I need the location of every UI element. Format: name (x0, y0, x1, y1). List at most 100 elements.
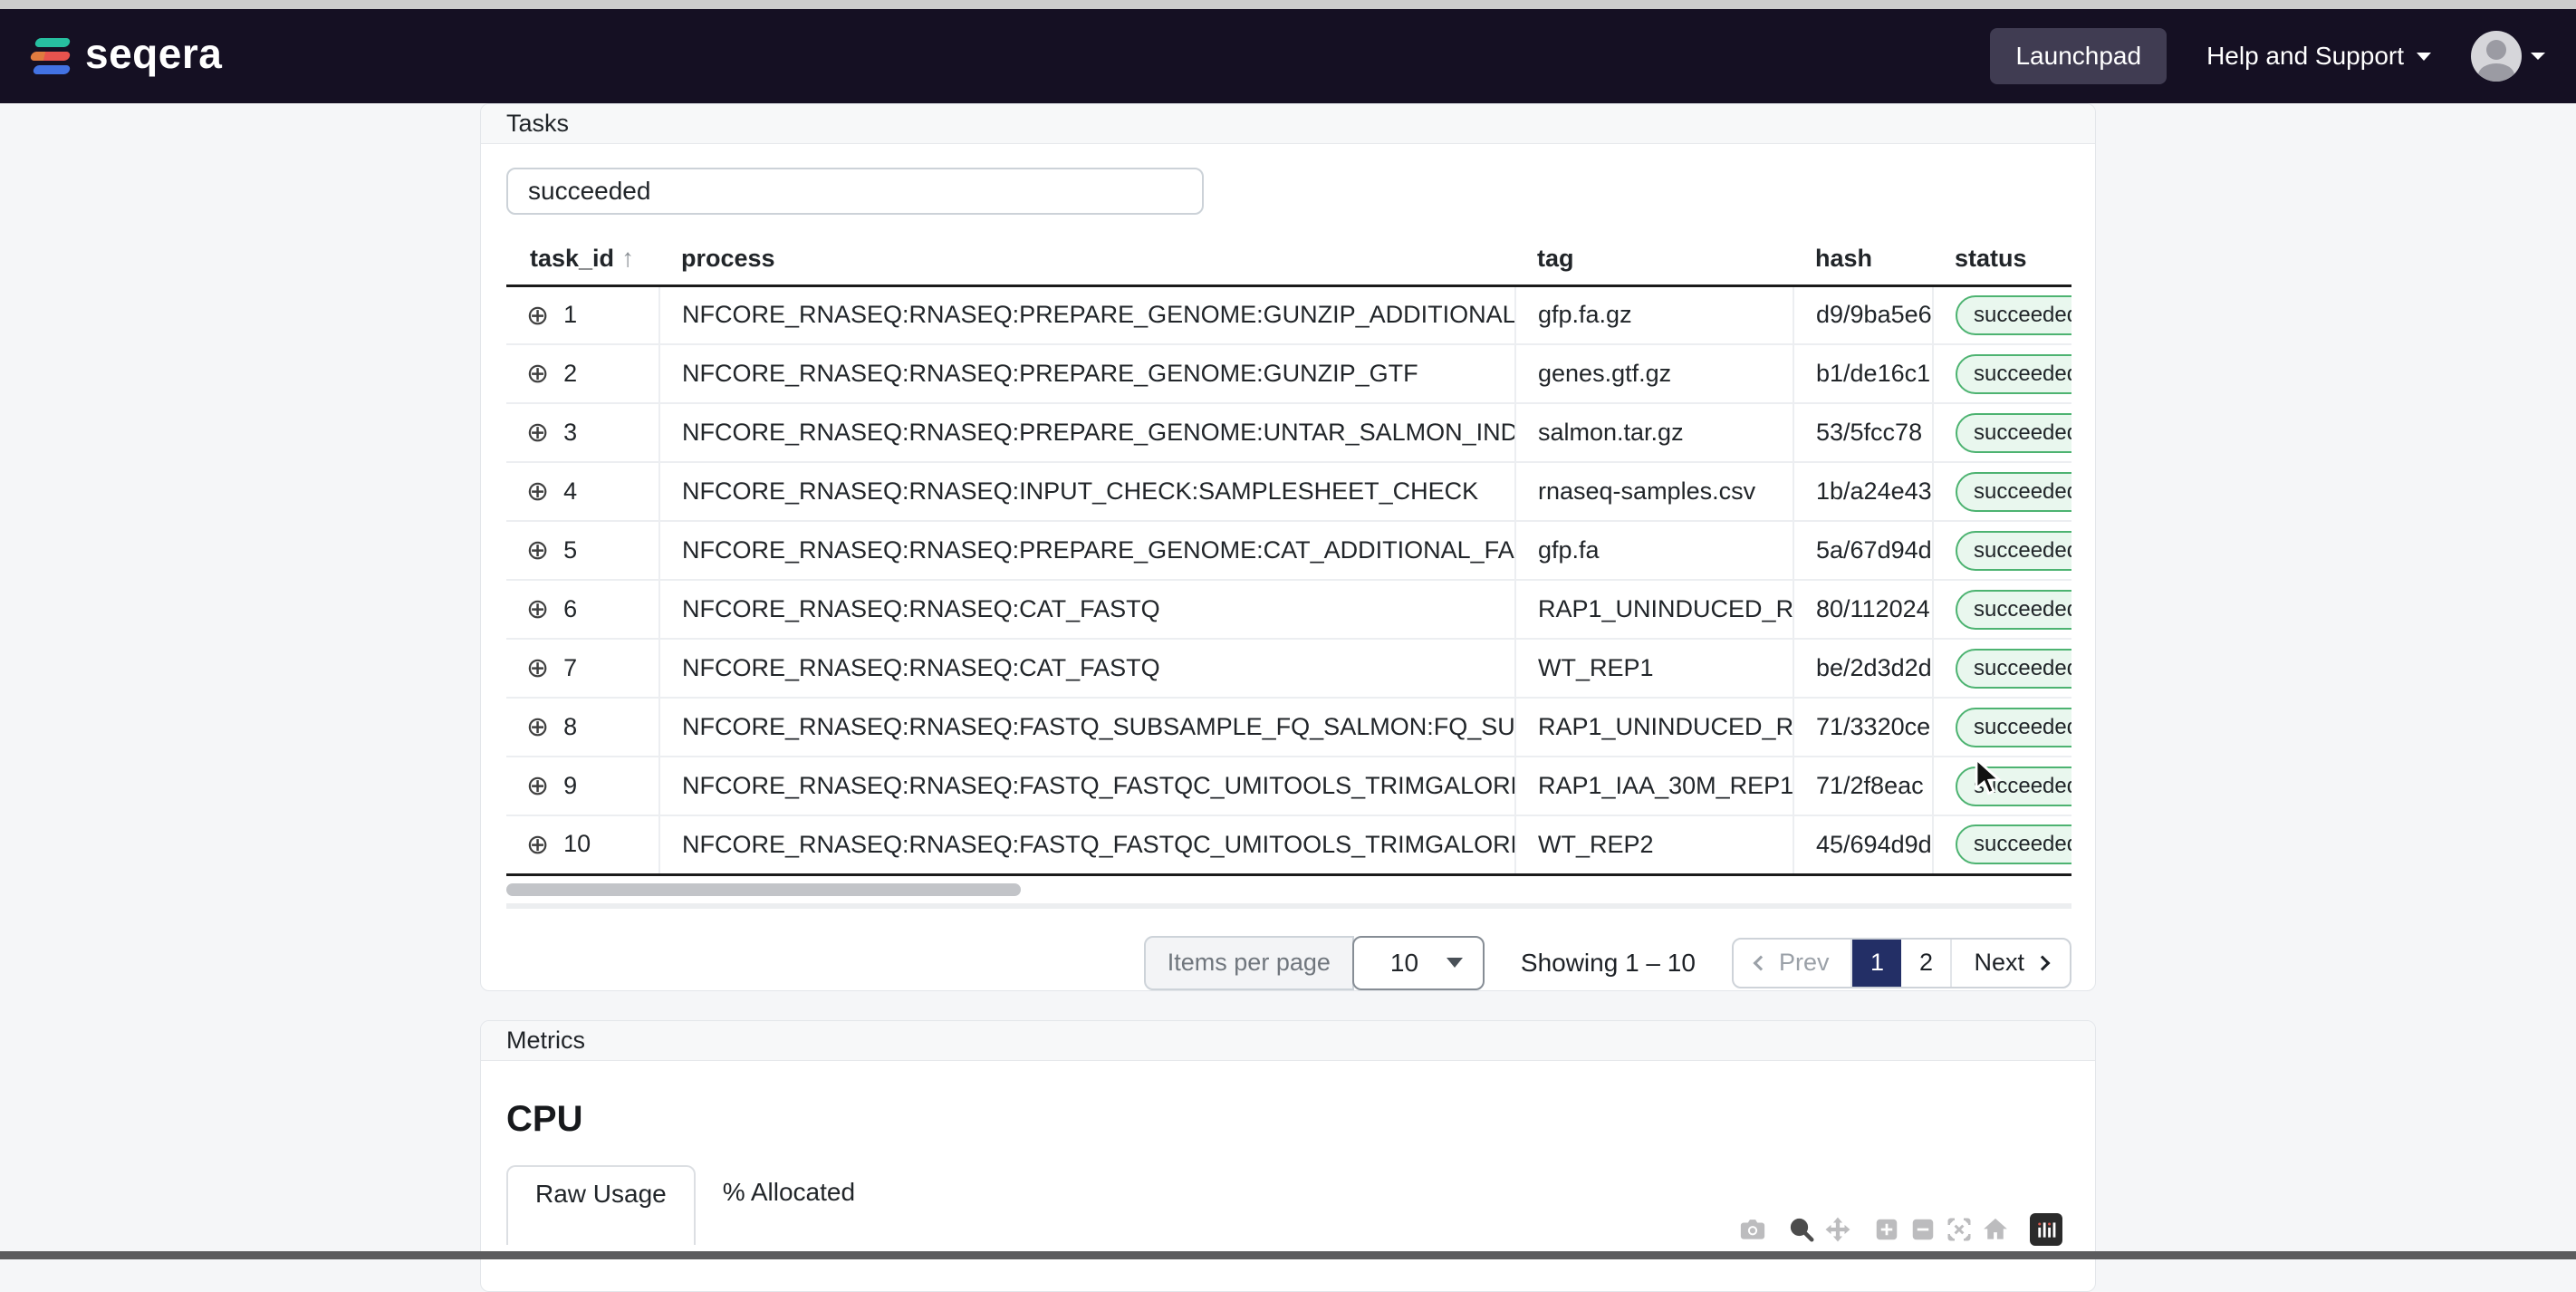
status-badge: succeeded (1956, 530, 2071, 571)
horizontal-scrollbar (506, 882, 2071, 909)
table-row[interactable]: 6 NFCORE_RNASEQ:RNASEQ:CAT_FASTQ RAP1_UN… (506, 580, 2071, 640)
process-value: NFCORE_RNASEQ:RNASEQ:CAT_FASTQ (659, 580, 1516, 640)
zoom-out-icon[interactable] (1908, 1215, 1937, 1244)
process-value: NFCORE_RNASEQ:RNASEQ:PREPARE_GENOME:UNTA… (659, 403, 1516, 463)
tag-value: rnaseq-samples.csv (1515, 462, 1794, 522)
column-header-hash[interactable]: hash (1793, 233, 1933, 287)
tag-value: RAP1_IAA_30M_REP1 (1515, 757, 1794, 816)
prev-page-button[interactable]: Prev (1734, 940, 1851, 987)
items-per-page-control: Items per page 10 (1143, 935, 1485, 990)
metrics-card-title: Metrics (481, 1021, 2095, 1061)
hash-value: b1/de16c1 (1793, 344, 1934, 404)
next-label: Next (1974, 949, 2024, 976)
table-row[interactable]: 7 NFCORE_RNASEQ:RNASEQ:CAT_FASTQ WT_REP1… (506, 639, 2071, 699)
column-header-tag[interactable]: tag (1515, 233, 1793, 287)
pagination-row: Items per page 10 Showing 1 – 10 Prev 1 … (506, 935, 2071, 990)
task-id-value: 9 (563, 771, 578, 799)
reset-axes-home-icon[interactable] (1981, 1215, 2010, 1244)
tab-raw-usage[interactable]: Raw Usage (506, 1165, 696, 1245)
process-value: NFCORE_RNASEQ:RNASEQ:FASTQ_FASTQC_UMITOO… (659, 757, 1516, 816)
process-value: NFCORE_RNASEQ:RNASEQ:PREPARE_GENOME:GUNZ… (659, 344, 1516, 404)
column-header-label: task_id (530, 245, 615, 273)
hash-value: 5a/67d94d (1793, 521, 1934, 581)
scrollbar-thumb[interactable] (506, 882, 1021, 896)
table-row[interactable]: 2 NFCORE_RNASEQ:RNASEQ:PREPARE_GENOME:GU… (506, 344, 2071, 404)
expand-task-icon[interactable] (526, 303, 549, 330)
status-badge: succeeded (1956, 412, 2071, 453)
tag-value: RAP1_UNINDUCED_REP1 (1515, 698, 1794, 757)
scrollbar-track (506, 902, 2071, 909)
items-per-page-select[interactable]: 10 (1351, 935, 1485, 990)
chevron-down-icon (1446, 958, 1463, 968)
expand-task-icon[interactable] (526, 361, 549, 388)
hash-value: 53/5fcc78 (1793, 403, 1934, 463)
hash-value: 1b/a24e43 (1793, 462, 1934, 522)
hash-value: be/2d3d2d (1793, 639, 1934, 699)
tag-value: RAP1_UNINDUCED_REP2 (1515, 580, 1794, 640)
page-button-2[interactable]: 2 (1901, 940, 1950, 987)
chevron-right-icon (2034, 955, 2051, 970)
process-value: NFCORE_RNASEQ:RNASEQ:CAT_FASTQ (659, 639, 1516, 699)
status-badge: succeeded (1956, 589, 2071, 630)
next-page-button[interactable]: Next (1952, 940, 2070, 987)
task-id-value: 4 (563, 477, 578, 505)
hash-value: d9/9ba5e6 (1793, 285, 1934, 345)
window-top-strip (0, 0, 2576, 9)
zoom-icon[interactable] (1787, 1215, 1816, 1244)
table-row[interactable]: 1 NFCORE_RNASEQ:RNASEQ:PREPARE_GENOME:GU… (506, 285, 2071, 345)
process-value: NFCORE_RNASEQ:RNASEQ:FASTQ_SUBSAMPLE_FQ_… (659, 698, 1516, 757)
table-row[interactable]: 4 NFCORE_RNASEQ:RNASEQ:INPUT_CHECK:SAMPL… (506, 462, 2071, 522)
prev-label: Prev (1778, 949, 1830, 976)
navbar: seqera Launchpad Help and Support (0, 9, 2576, 103)
tasks-table: task_id↑ process tag hash status 1 NFCOR… (506, 233, 2071, 876)
items-per-page-label: Items per page (1143, 935, 1354, 990)
status-badge: succeeded (1956, 471, 2071, 512)
expand-task-icon[interactable] (526, 832, 549, 859)
status-badge: succeeded (1956, 294, 2071, 335)
task-id-value: 6 (563, 594, 578, 622)
help-and-support-label: Help and Support (2206, 42, 2404, 70)
brand[interactable]: seqera (29, 33, 222, 80)
chevron-down-icon (2531, 53, 2545, 60)
hash-value: 80/112024 (1793, 580, 1934, 640)
showing-range-label: Showing 1 – 10 (1520, 948, 1696, 977)
cpu-section-title: CPU (506, 1099, 583, 1139)
tasks-search-input[interactable] (506, 168, 1204, 215)
column-header-status[interactable]: status (1933, 233, 2071, 287)
process-value: NFCORE_RNASEQ:RNASEQ:PREPARE_GENOME:CAT_… (659, 521, 1516, 581)
table-row[interactable]: 10 NFCORE_RNASEQ:RNASEQ:FASTQ_FASTQC_UMI… (506, 815, 2071, 875)
pan-icon[interactable] (1823, 1215, 1852, 1244)
status-badge: succeeded (1956, 648, 2071, 689)
table-row[interactable]: 8 NFCORE_RNASEQ:RNASEQ:FASTQ_SUBSAMPLE_F… (506, 698, 2071, 757)
expand-task-icon[interactable] (526, 714, 549, 741)
expand-task-icon[interactable] (526, 655, 549, 682)
help-and-support-menu[interactable]: Help and Support (2206, 42, 2431, 71)
chevron-down-icon (2417, 52, 2431, 61)
launchpad-button[interactable]: Launchpad (1990, 28, 2167, 84)
tag-value: gfp.fa.gz (1515, 285, 1794, 345)
tag-value: WT_REP2 (1515, 815, 1794, 875)
page-button-1[interactable]: 1 (1852, 939, 1902, 987)
zoom-in-icon[interactable] (1872, 1215, 1901, 1244)
table-row[interactable]: 3 NFCORE_RNASEQ:RNASEQ:PREPARE_GENOME:UN… (506, 403, 2071, 463)
hash-value: 71/3320ce (1793, 698, 1934, 757)
tag-value: salmon.tar.gz (1515, 403, 1794, 463)
expand-task-icon[interactable] (526, 419, 549, 447)
tab-percent-allocated[interactable]: % Allocated (696, 1165, 882, 1220)
status-badge: succeeded (1956, 824, 2071, 865)
expand-task-icon[interactable] (526, 537, 549, 564)
column-header-task-id[interactable]: task_id ↑ (506, 233, 659, 287)
user-menu[interactable] (2471, 31, 2545, 82)
avatar (2471, 31, 2522, 82)
camera-icon[interactable] (1738, 1215, 1767, 1244)
expand-task-icon[interactable] (526, 478, 549, 506)
expand-task-icon[interactable] (526, 773, 549, 800)
table-row[interactable]: 9 NFCORE_RNASEQ:RNASEQ:FASTQ_FASTQC_UMIT… (506, 757, 2071, 816)
expand-task-icon[interactable] (526, 596, 549, 623)
plotly-logo-icon[interactable] (2030, 1213, 2062, 1246)
column-header-process[interactable]: process (659, 233, 1515, 287)
process-value: NFCORE_RNASEQ:RNASEQ:PREPARE_GENOME:GUNZ… (659, 285, 1516, 345)
autoscale-icon[interactable] (1945, 1215, 1974, 1244)
tag-value: WT_REP1 (1515, 639, 1794, 699)
table-row[interactable]: 5 NFCORE_RNASEQ:RNASEQ:PREPARE_GENOME:CA… (506, 521, 2071, 581)
